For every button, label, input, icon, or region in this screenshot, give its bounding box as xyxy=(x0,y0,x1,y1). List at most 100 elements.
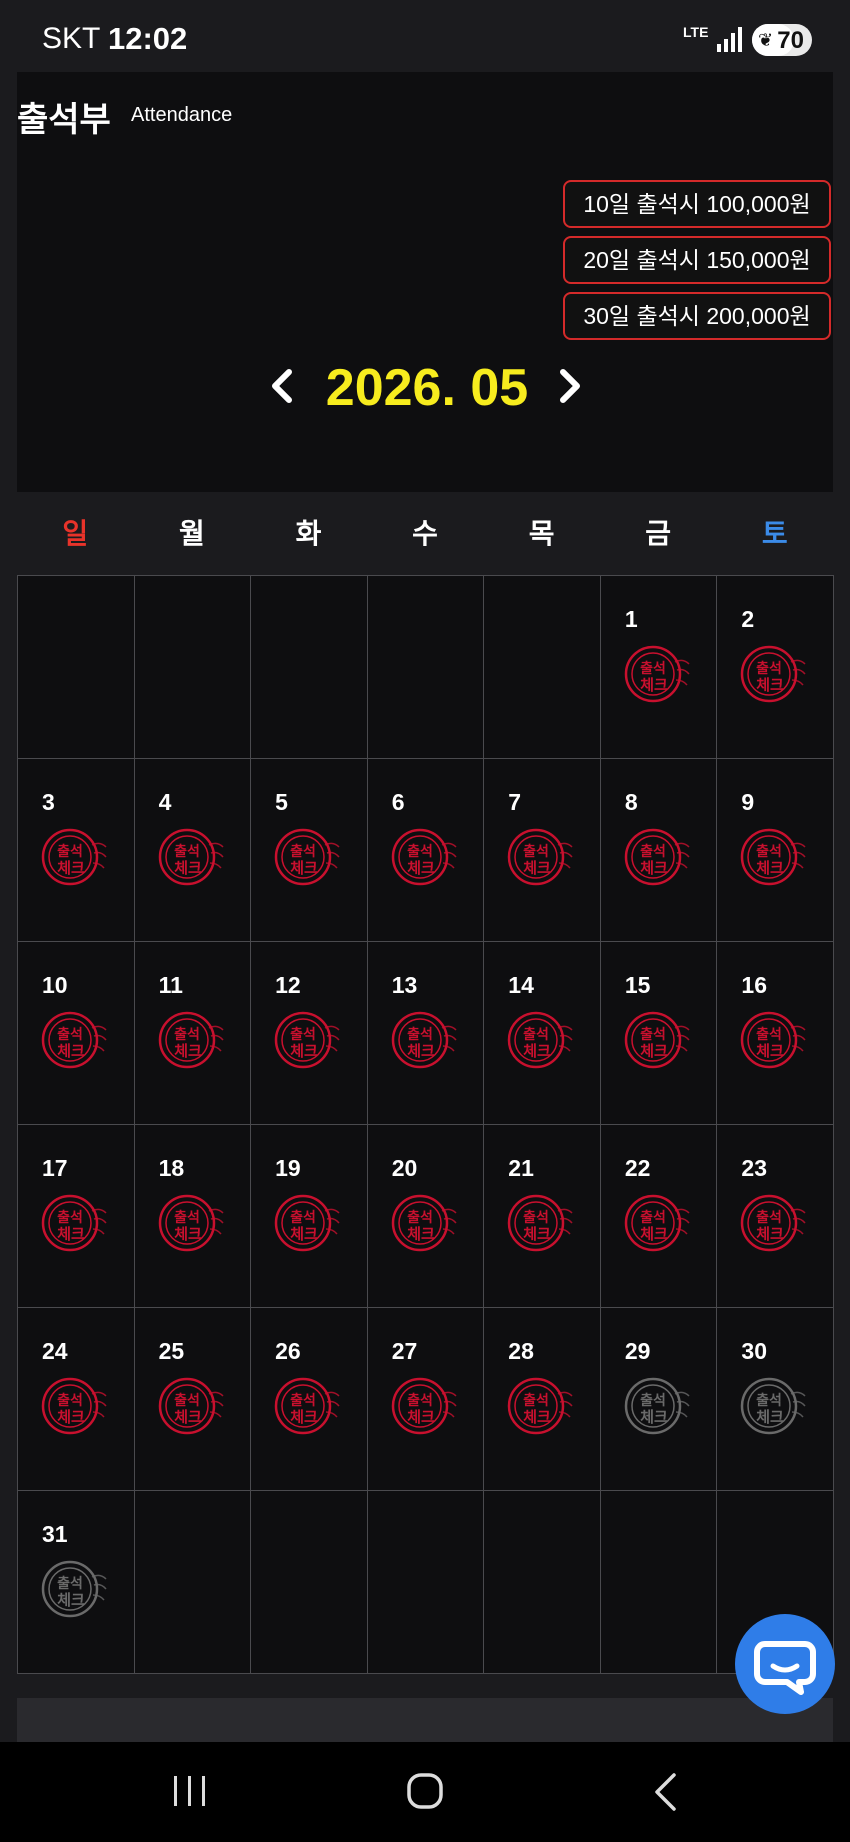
calendar-day-cell[interactable]: 25 출석 체크 xyxy=(134,1308,252,1491)
svg-text:출석: 출석 xyxy=(174,843,200,860)
calendar-day-cell[interactable]: 13 출석 체크 xyxy=(367,942,485,1125)
calendar-day-cell[interactable]: 15 출석 체크 xyxy=(600,942,718,1125)
svg-text:출석: 출석 xyxy=(640,1209,666,1226)
svg-text:체크: 체크 xyxy=(57,1408,85,1426)
attendance-stamp-checked-icon: 출석체크 xyxy=(158,828,224,886)
svg-text:출석: 출석 xyxy=(290,1209,316,1226)
clock: 12:02 xyxy=(108,21,188,56)
calendar-day-cell[interactable]: 30 출석 체크 xyxy=(717,1308,834,1491)
svg-text:체크: 체크 xyxy=(57,1042,85,1060)
day-number: 20 xyxy=(391,1155,418,1181)
svg-text:출석: 출석 xyxy=(174,1392,200,1409)
calendar-day-cell[interactable]: 12 출석 체크 xyxy=(251,942,368,1125)
calendar-day-cell[interactable]: 14 출석 체크 xyxy=(484,942,601,1125)
weekday-sunday: 일 xyxy=(62,518,89,549)
svg-text:출석: 출석 xyxy=(757,1209,783,1226)
calendar-day-cell[interactable]: 27 출석 체크 xyxy=(367,1308,485,1491)
day-number: 17 xyxy=(42,1155,68,1181)
svg-text:출석: 출석 xyxy=(407,1026,433,1043)
svg-text:출석: 출석 xyxy=(757,1026,783,1043)
calendar-day-cell[interactable]: 19 출석 체크 xyxy=(251,1125,368,1308)
recents-icon[interactable] xyxy=(172,1774,208,1808)
calendar-day-cell[interactable]: 11 출석 체크 xyxy=(134,942,252,1125)
calendar-day-cell[interactable]: 23 출석 체크 xyxy=(717,1125,834,1308)
svg-text:체크: 체크 xyxy=(640,1225,668,1243)
calendar-day-cell[interactable]: 24 출석 체크 xyxy=(18,1308,135,1491)
page-title: 출석부 xyxy=(17,101,111,139)
signal-icon xyxy=(717,27,742,52)
calendar-day-cell[interactable]: 18 출석 체크 xyxy=(134,1125,252,1308)
calendar-empty-cell xyxy=(600,1491,718,1674)
svg-text:체크: 체크 xyxy=(407,1408,435,1426)
svg-text:출석: 출석 xyxy=(640,843,666,860)
footer-strip xyxy=(17,1698,833,1742)
chat-button[interactable] xyxy=(735,1614,835,1714)
svg-text:출석: 출석 xyxy=(57,1209,83,1226)
back-icon[interactable] xyxy=(652,1772,678,1812)
calendar-day-cell[interactable]: 29 출석 체크 xyxy=(600,1308,718,1491)
calendar-day-cell[interactable]: 3 출석 체크 xyxy=(18,759,135,942)
calendar-empty-cell xyxy=(484,576,601,759)
calendar-day-cell[interactable]: 9 출석 체크 xyxy=(717,759,834,942)
day-number: 10 xyxy=(42,972,68,998)
battery-indicator: ❦ 70 xyxy=(752,24,812,56)
svg-text:출석: 출석 xyxy=(757,660,783,677)
svg-text:출석: 출석 xyxy=(407,1209,433,1226)
chat-bubble-icon xyxy=(754,1641,816,1695)
day-number: 29 xyxy=(624,1338,651,1364)
calendar-day-cell[interactable]: 5 출석 체크 xyxy=(251,759,368,942)
day-number: 28 xyxy=(508,1338,534,1364)
calendar-day-cell[interactable]: 26 출석 체크 xyxy=(251,1308,368,1491)
svg-text:체크: 체크 xyxy=(757,859,785,877)
calendar-day-cell[interactable]: 22 출석 체크 xyxy=(600,1125,718,1308)
calendar-day-cell[interactable]: 16 출석 체크 xyxy=(717,942,834,1125)
svg-text:체크: 체크 xyxy=(640,676,668,694)
weekday-wednesday: 수 xyxy=(412,518,438,549)
chevron-right-icon[interactable] xyxy=(555,366,585,406)
attendance-stamp-checked-icon: 출석체크 xyxy=(391,1011,457,1069)
calendar-day-cell[interactable]: 6 출석 체크 xyxy=(367,759,485,942)
day-number: 26 xyxy=(275,1338,301,1364)
home-icon[interactable] xyxy=(406,1772,444,1810)
svg-text:체크: 체크 xyxy=(174,1408,202,1426)
weekday-header: 일 월 화 수 목 금 토 xyxy=(17,494,833,574)
calendar-day-cell[interactable]: 17 출석 체크 xyxy=(18,1125,135,1308)
calendar-empty-cell xyxy=(18,576,135,759)
attendance-stamp-checked-icon: 출석체크 xyxy=(41,828,107,886)
calendar-empty-cell xyxy=(251,1491,368,1674)
calendar-day-cell[interactable]: 10 출석 체크 xyxy=(18,942,135,1125)
weekday-tuesday: 화 xyxy=(295,518,322,549)
calendar-day-cell[interactable]: 2 출석 체크 xyxy=(717,576,834,759)
day-number: 8 xyxy=(624,789,638,815)
day-number: 6 xyxy=(391,789,405,815)
calendar-day-cell[interactable]: 21 출석 체크 xyxy=(484,1125,601,1308)
svg-text:체크: 체크 xyxy=(290,859,318,877)
svg-text:체크: 체크 xyxy=(174,1225,202,1243)
svg-text:체크: 체크 xyxy=(757,1042,785,1060)
calendar-day-cell[interactable]: 7 출석 체크 xyxy=(484,759,601,942)
svg-text:체크: 체크 xyxy=(407,1225,435,1243)
attendance-stamp-checked-icon: 출석체크 xyxy=(41,1377,107,1435)
weekday-monday: 월 xyxy=(178,518,205,549)
svg-text:체크: 체크 xyxy=(523,859,551,877)
svg-text:출석: 출석 xyxy=(57,1575,83,1592)
svg-text:출석: 출석 xyxy=(174,1026,200,1043)
day-number: 25 xyxy=(158,1338,185,1364)
attendance-stamp-checked-icon: 출석체크 xyxy=(274,1377,340,1435)
attendance-stamp-checked-icon: 출석체크 xyxy=(274,1194,340,1252)
calendar-day-cell[interactable]: 31 출석 체크 xyxy=(18,1491,135,1674)
attendance-stamp-checked-icon: 출석체크 xyxy=(508,1011,573,1069)
day-number: 5 xyxy=(275,789,288,815)
calendar-day-cell[interactable]: 28 출석 체크 xyxy=(484,1308,601,1491)
network-type: LTE xyxy=(683,24,709,40)
svg-text:체크: 체크 xyxy=(523,1408,551,1426)
calendar-day-cell[interactable]: 20 출석 체크 xyxy=(367,1125,485,1308)
month-navigator: 2026. 05 xyxy=(17,358,833,428)
calendar-day-cell[interactable]: 4 출석 체크 xyxy=(134,759,252,942)
calendar-day-cell[interactable]: 1 출석 체크 xyxy=(600,576,718,759)
calendar-day-cell[interactable]: 8 출석 체크 xyxy=(600,759,718,942)
attendance-stamp-checked-icon: 출석체크 xyxy=(508,1377,573,1435)
svg-text:체크: 체크 xyxy=(57,1225,85,1243)
chevron-left-icon[interactable] xyxy=(267,366,297,406)
svg-text:체크: 체크 xyxy=(640,1408,668,1426)
